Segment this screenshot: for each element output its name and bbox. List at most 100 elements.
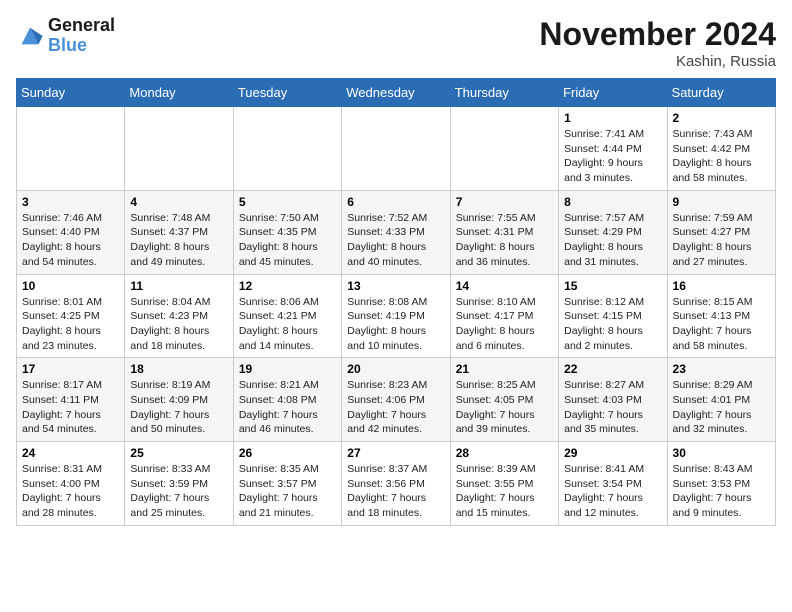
- day-info: Sunrise: 7:41 AMSunset: 4:44 PMDaylight:…: [564, 127, 661, 186]
- calendar-day-cell: 1 Sunrise: 7:41 AMSunset: 4:44 PMDaylight…: [559, 107, 667, 191]
- calendar-day-cell: 19 Sunrise: 8:21 AMSunset: 4:08 PMDayligh…: [233, 358, 341, 442]
- calendar-day-cell: 16 Sunrise: 8:15 AMSunset: 4:13 PMDayligh…: [667, 274, 775, 358]
- calendar-day-cell: 4 Sunrise: 7:48 AMSunset: 4:37 PMDaylight…: [125, 190, 233, 274]
- day-number: 2: [673, 111, 770, 125]
- day-number: 20: [347, 362, 444, 376]
- day-info: Sunrise: 8:43 AMSunset: 3:53 PMDaylight:…: [673, 462, 770, 521]
- calendar-day-cell: 13 Sunrise: 8:08 AMSunset: 4:19 PMDayligh…: [342, 274, 450, 358]
- day-number: 11: [130, 279, 227, 293]
- calendar-day-cell: 15 Sunrise: 8:12 AMSunset: 4:15 PMDayligh…: [559, 274, 667, 358]
- day-number: 29: [564, 446, 661, 460]
- day-number: 10: [22, 279, 119, 293]
- calendar-body: 1 Sunrise: 7:41 AMSunset: 4:44 PMDaylight…: [17, 107, 776, 526]
- day-number: 16: [673, 279, 770, 293]
- day-info: Sunrise: 8:04 AMSunset: 4:23 PMDaylight:…: [130, 295, 227, 354]
- day-number: 30: [673, 446, 770, 460]
- day-number: 5: [239, 195, 336, 209]
- calendar-day-cell: 27Sunrise: 8:37 AMSunset: 3:56 PMDayligh…: [342, 442, 450, 526]
- title-area: November 2024 Kashin, Russia: [539, 16, 776, 70]
- day-number: 23: [673, 362, 770, 376]
- day-number: 7: [456, 195, 553, 209]
- day-info: Sunrise: 7:48 AMSunset: 4:37 PMDaylight:…: [130, 211, 227, 270]
- day-info: Sunrise: 7:46 AMSunset: 4:40 PMDaylight:…: [22, 211, 119, 270]
- day-info: Sunrise: 8:29 AMSunset: 4:01 PMDaylight:…: [673, 378, 770, 437]
- day-number: 21: [456, 362, 553, 376]
- calendar-week-row: 3 Sunrise: 7:46 AMSunset: 4:40 PMDaylight…: [17, 190, 776, 274]
- day-number: 26: [239, 446, 336, 460]
- day-info: Sunrise: 8:33 AMSunset: 3:59 PMDaylight:…: [130, 462, 227, 521]
- calendar-day-cell: 14 Sunrise: 8:10 AMSunset: 4:17 PMDayligh…: [450, 274, 558, 358]
- calendar-day-cell: 9 Sunrise: 7:59 AMSunset: 4:27 PMDaylight…: [667, 190, 775, 274]
- day-info: Sunrise: 8:10 AMSunset: 4:17 PMDaylight:…: [456, 295, 553, 354]
- calendar-day-cell: 30 Sunrise: 8:43 AMSunset: 3:53 PMDayligh…: [667, 442, 775, 526]
- day-info: Sunrise: 8:12 AMSunset: 4:15 PMDaylight:…: [564, 295, 661, 354]
- day-info: Sunrise: 8:27 AMSunset: 4:03 PMDaylight:…: [564, 378, 661, 437]
- day-info: Sunrise: 7:55 AMSunset: 4:31 PMDaylight:…: [456, 211, 553, 270]
- day-info: Sunrise: 7:59 AMSunset: 4:27 PMDaylight:…: [673, 211, 770, 270]
- calendar-day-cell: 3 Sunrise: 7:46 AMSunset: 4:40 PMDaylight…: [17, 190, 125, 274]
- day-number: 25: [130, 446, 227, 460]
- calendar-week-row: 24Sunrise: 8:31 AMSunset: 4:00 PMDayligh…: [17, 442, 776, 526]
- calendar-day-cell: 6Sunrise: 7:52 AMSunset: 4:33 PMDaylight…: [342, 190, 450, 274]
- calendar-day-cell: 17Sunrise: 8:17 AMSunset: 4:11 PMDayligh…: [17, 358, 125, 442]
- day-number: 6: [347, 195, 444, 209]
- day-info: Sunrise: 8:15 AMSunset: 4:13 PMDaylight:…: [673, 295, 770, 354]
- weekday-header: Sunday: [17, 79, 125, 107]
- day-info: Sunrise: 8:37 AMSunset: 3:56 PMDaylight:…: [347, 462, 444, 521]
- calendar-day-cell: 10 Sunrise: 8:01 AMSunset: 4:25 PMDayligh…: [17, 274, 125, 358]
- day-info: Sunrise: 7:43 AMSunset: 4:42 PMDaylight:…: [673, 127, 770, 186]
- calendar-day-cell: 28 Sunrise: 8:39 AMSunset: 3:55 PMDayligh…: [450, 442, 558, 526]
- calendar-day-cell: [450, 107, 558, 191]
- page-header: General Blue November 2024 Kashin, Russi…: [16, 16, 776, 70]
- calendar-day-cell: 5 Sunrise: 7:50 AMSunset: 4:35 PMDaylight…: [233, 190, 341, 274]
- day-info: Sunrise: 8:21 AMSunset: 4:08 PMDaylight:…: [239, 378, 336, 437]
- weekday-header: Friday: [559, 79, 667, 107]
- calendar-header: SundayMondayTuesdayWednesdayThursdayFrid…: [17, 79, 776, 107]
- calendar-week-row: 10 Sunrise: 8:01 AMSunset: 4:25 PMDayligh…: [17, 274, 776, 358]
- calendar-day-cell: 22Sunrise: 8:27 AMSunset: 4:03 PMDayligh…: [559, 358, 667, 442]
- calendar-day-cell: 23 Sunrise: 8:29 AMSunset: 4:01 PMDayligh…: [667, 358, 775, 442]
- calendar-day-cell: [125, 107, 233, 191]
- day-info: Sunrise: 8:17 AMSunset: 4:11 PMDaylight:…: [22, 378, 119, 437]
- day-info: Sunrise: 7:57 AMSunset: 4:29 PMDaylight:…: [564, 211, 661, 270]
- day-number: 24: [22, 446, 119, 460]
- day-info: Sunrise: 8:01 AMSunset: 4:25 PMDaylight:…: [22, 295, 119, 354]
- calendar-week-row: 17Sunrise: 8:17 AMSunset: 4:11 PMDayligh…: [17, 358, 776, 442]
- logo-icon: [16, 22, 44, 50]
- day-info: Sunrise: 8:06 AMSunset: 4:21 PMDaylight:…: [239, 295, 336, 354]
- day-number: 4: [130, 195, 227, 209]
- day-number: 3: [22, 195, 119, 209]
- day-info: Sunrise: 8:39 AMSunset: 3:55 PMDaylight:…: [456, 462, 553, 521]
- day-info: Sunrise: 8:19 AMSunset: 4:09 PMDaylight:…: [130, 378, 227, 437]
- weekday-header: Saturday: [667, 79, 775, 107]
- weekday-header: Tuesday: [233, 79, 341, 107]
- day-number: 19: [239, 362, 336, 376]
- day-number: 1: [564, 111, 661, 125]
- day-info: Sunrise: 8:25 AMSunset: 4:05 PMDaylight:…: [456, 378, 553, 437]
- logo: General Blue: [16, 16, 115, 56]
- day-number: 12: [239, 279, 336, 293]
- weekday-header: Monday: [125, 79, 233, 107]
- calendar-day-cell: 24Sunrise: 8:31 AMSunset: 4:00 PMDayligh…: [17, 442, 125, 526]
- day-info: Sunrise: 7:50 AMSunset: 4:35 PMDaylight:…: [239, 211, 336, 270]
- day-number: 14: [456, 279, 553, 293]
- day-info: Sunrise: 8:35 AMSunset: 3:57 PMDaylight:…: [239, 462, 336, 521]
- day-info: Sunrise: 8:08 AMSunset: 4:19 PMDaylight:…: [347, 295, 444, 354]
- logo-text: General Blue: [48, 16, 115, 56]
- weekday-row: SundayMondayTuesdayWednesdayThursdayFrid…: [17, 79, 776, 107]
- weekday-header: Thursday: [450, 79, 558, 107]
- calendar-day-cell: 11 Sunrise: 8:04 AMSunset: 4:23 PMDayligh…: [125, 274, 233, 358]
- calendar-day-cell: [233, 107, 341, 191]
- day-info: Sunrise: 8:23 AMSunset: 4:06 PMDaylight:…: [347, 378, 444, 437]
- day-number: 28: [456, 446, 553, 460]
- day-number: 9: [673, 195, 770, 209]
- day-number: 8: [564, 195, 661, 209]
- day-number: 13: [347, 279, 444, 293]
- day-number: 15: [564, 279, 661, 293]
- calendar-day-cell: 26 Sunrise: 8:35 AMSunset: 3:57 PMDayligh…: [233, 442, 341, 526]
- day-info: Sunrise: 8:41 AMSunset: 3:54 PMDaylight:…: [564, 462, 661, 521]
- calendar-week-row: 1 Sunrise: 7:41 AMSunset: 4:44 PMDaylight…: [17, 107, 776, 191]
- calendar: SundayMondayTuesdayWednesdayThursdayFrid…: [16, 78, 776, 526]
- calendar-day-cell: 29 Sunrise: 8:41 AMSunset: 3:54 PMDayligh…: [559, 442, 667, 526]
- calendar-day-cell: [342, 107, 450, 191]
